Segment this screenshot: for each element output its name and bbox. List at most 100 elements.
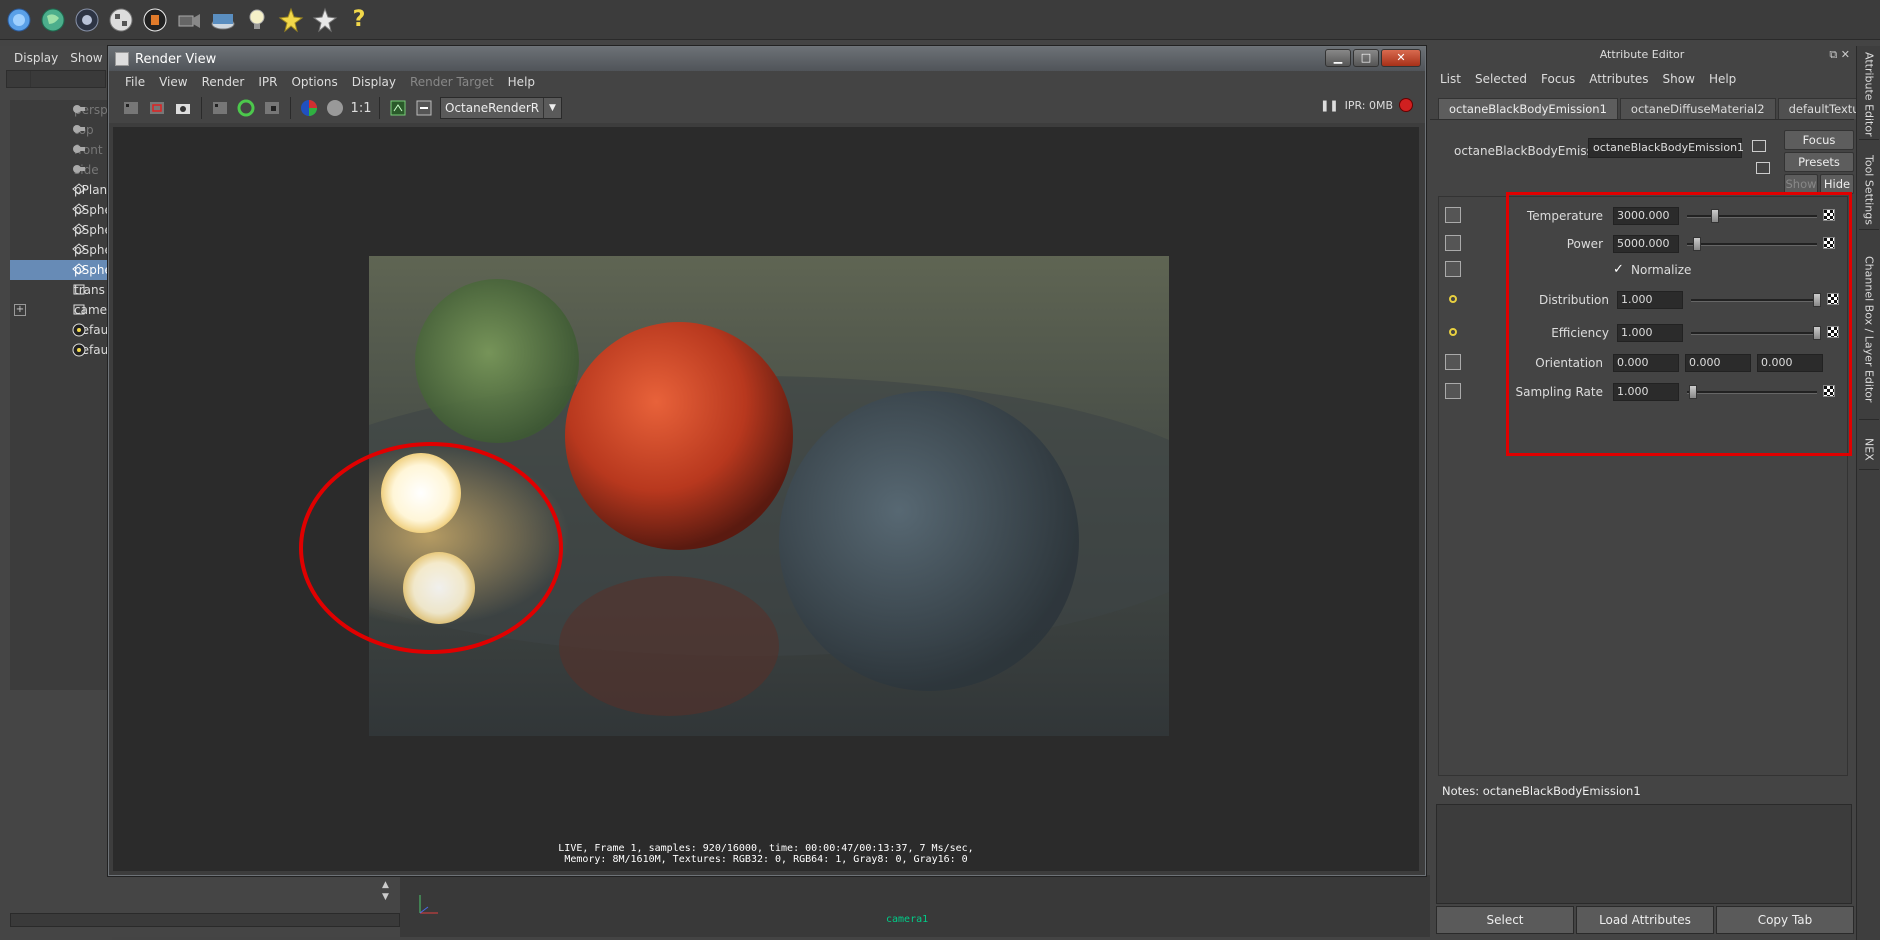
- earth-icon[interactable]: [38, 5, 68, 35]
- expand-icon[interactable]: +: [14, 304, 26, 316]
- outliner-item[interactable]: side: [10, 160, 112, 180]
- select-button[interactable]: Select: [1436, 906, 1574, 934]
- pause-icon[interactable]: ❚❚: [1320, 99, 1338, 112]
- render-status-line2: Memory: 8M/1610M, Textures: RGB32: 0, RG…: [564, 854, 968, 865]
- ae-bottom-buttons: Select Load Attributes Copy Tab: [1436, 906, 1854, 934]
- notes-section: Notes: octaneBlackBodyEmission1: [1436, 782, 1852, 904]
- outliner-menu-display[interactable]: Display: [14, 51, 58, 65]
- scroll-arrows-icon[interactable]: ▲ ▼: [382, 879, 394, 903]
- keep-image-icon[interactable]: [388, 98, 408, 118]
- menu-render[interactable]: Render: [202, 75, 245, 89]
- focus-button[interactable]: Focus: [1784, 130, 1854, 150]
- ae-menu-selected[interactable]: Selected: [1475, 72, 1527, 86]
- outliner-item[interactable]: defau: [10, 320, 112, 340]
- light-bulb-icon[interactable]: [242, 5, 272, 35]
- outliner-item-selected[interactable]: pSphe: [10, 260, 112, 280]
- tab-nex[interactable]: NEX: [1859, 430, 1879, 470]
- outliner-item[interactable]: pPlan: [10, 180, 112, 200]
- outliner-item[interactable]: pSphe: [10, 240, 112, 260]
- ae-menu-show[interactable]: Show: [1663, 72, 1695, 86]
- tab-tool-settings[interactable]: Tool Settings: [1859, 150, 1879, 230]
- real-size-icon[interactable]: 1:1: [351, 98, 372, 118]
- ae-menu-focus[interactable]: Focus: [1541, 72, 1575, 86]
- globe-icon[interactable]: [4, 5, 34, 35]
- menu-view[interactable]: View: [159, 75, 187, 89]
- highlight-rectangle: [1506, 192, 1852, 456]
- close-icon[interactable]: ✕: [1381, 49, 1421, 67]
- remove-image-icon[interactable]: [414, 98, 434, 118]
- node-name-field[interactable]: octaneBlackBodyEmission1: [1588, 138, 1744, 158]
- renderer-dropdown[interactable]: OctaneRenderR ▼: [440, 97, 562, 119]
- ae-menu-list[interactable]: List: [1440, 72, 1461, 86]
- tab-octane-diffuse-material[interactable]: octaneDiffuseMaterial2: [1619, 98, 1776, 119]
- minimize-icon[interactable]: ▁: [1325, 49, 1351, 67]
- outliner-item[interactable]: pSphe: [10, 220, 112, 240]
- notes-label: Notes: octaneBlackBodyEmission1: [1442, 784, 1641, 798]
- record-icon[interactable]: [1399, 98, 1413, 112]
- octane-material-icon[interactable]: [140, 5, 170, 35]
- show-button[interactable]: Show: [1784, 174, 1818, 194]
- ae-menu-help[interactable]: Help: [1709, 72, 1736, 86]
- camera-lens-icon[interactable]: [72, 5, 102, 35]
- menu-help[interactable]: Help: [508, 75, 535, 89]
- outliner-scroll-area: ▲ ▼: [0, 875, 400, 937]
- help-icon[interactable]: ?: [344, 5, 374, 35]
- ipr-render-icon[interactable]: [210, 98, 230, 118]
- outliner-item[interactable]: defau: [10, 340, 112, 360]
- texture-slot-icon[interactable]: [1449, 328, 1457, 336]
- outliner-search[interactable]: [6, 70, 106, 88]
- map-button-icon[interactable]: [1445, 207, 1461, 223]
- render-canvas[interactable]: LIVE, Frame 1, samples: 920/16000, time:…: [113, 127, 1419, 871]
- panel-close-icon[interactable]: ⧉ ✕: [1829, 46, 1850, 64]
- refresh-icon[interactable]: [236, 98, 256, 118]
- presets-button[interactable]: Presets: [1784, 152, 1854, 172]
- map-button-icon[interactable]: [1445, 383, 1461, 399]
- copy-tab-button[interactable]: Copy Tab: [1716, 906, 1854, 934]
- tab-channel-box-layer-editor[interactable]: Channel Box / Layer Editor: [1859, 240, 1879, 420]
- menu-options[interactable]: Options: [291, 75, 337, 89]
- load-attributes-button[interactable]: Load Attributes: [1576, 906, 1714, 934]
- shelf-toolbar: ?: [0, 0, 1880, 40]
- input-connection-icon[interactable]: [1752, 140, 1766, 152]
- render-view-titlebar[interactable]: Render View ▁ □ ✕: [109, 47, 1425, 71]
- render-region-icon[interactable]: [147, 98, 167, 118]
- spotlight-star-icon[interactable]: [310, 5, 340, 35]
- menu-ipr[interactable]: IPR: [258, 75, 277, 89]
- outliner-item[interactable]: persp: [10, 100, 112, 120]
- region-render-icon[interactable]: [262, 98, 282, 118]
- hide-button[interactable]: Hide: [1820, 174, 1854, 194]
- horizontal-scrollbar[interactable]: [10, 913, 400, 927]
- redo-render-icon[interactable]: [121, 98, 141, 118]
- camera-icon[interactable]: [174, 5, 204, 35]
- outliner-item[interactable]: pSphe: [10, 200, 112, 220]
- ipr-status: ❚❚ IPR: 0MB: [1320, 98, 1413, 112]
- maya-window-icon: [115, 52, 129, 66]
- tab-attribute-editor[interactable]: Attribute Editor: [1859, 50, 1879, 140]
- toolbar-separator: [379, 97, 380, 119]
- environment-icon[interactable]: [208, 5, 238, 35]
- filter-icon[interactable]: [7, 71, 31, 87]
- alpha-channel-icon[interactable]: [325, 98, 345, 118]
- map-button-icon[interactable]: [1445, 261, 1461, 277]
- map-button-icon[interactable]: [1445, 354, 1461, 370]
- attribute-editor-title: Attribute Editor ⧉ ✕: [1430, 46, 1854, 64]
- notes-textarea[interactable]: [1436, 804, 1852, 904]
- outliner-menu-show[interactable]: Show: [70, 51, 102, 65]
- menu-render-target[interactable]: Render Target: [410, 75, 494, 89]
- map-button-icon[interactable]: [1445, 235, 1461, 251]
- menu-display[interactable]: Display: [352, 75, 396, 89]
- ae-menu-attributes[interactable]: Attributes: [1589, 72, 1648, 86]
- outliner-item[interactable]: trans: [10, 280, 112, 300]
- output-connection-icon[interactable]: [1756, 162, 1770, 174]
- outliner-item[interactable]: front: [10, 140, 112, 160]
- checker-sphere-icon[interactable]: [106, 5, 136, 35]
- maximize-icon[interactable]: □: [1353, 49, 1379, 67]
- snapshot-icon[interactable]: [173, 98, 193, 118]
- menu-file[interactable]: File: [125, 75, 145, 89]
- outliner-item[interactable]: + came: [10, 300, 112, 320]
- outliner-item[interactable]: top: [10, 120, 112, 140]
- tab-octane-blackbody-emission[interactable]: octaneBlackBodyEmission1: [1438, 98, 1618, 119]
- sun-star-icon[interactable]: [276, 5, 306, 35]
- texture-slot-icon[interactable]: [1449, 295, 1457, 303]
- rgb-channel-icon[interactable]: [299, 98, 319, 118]
